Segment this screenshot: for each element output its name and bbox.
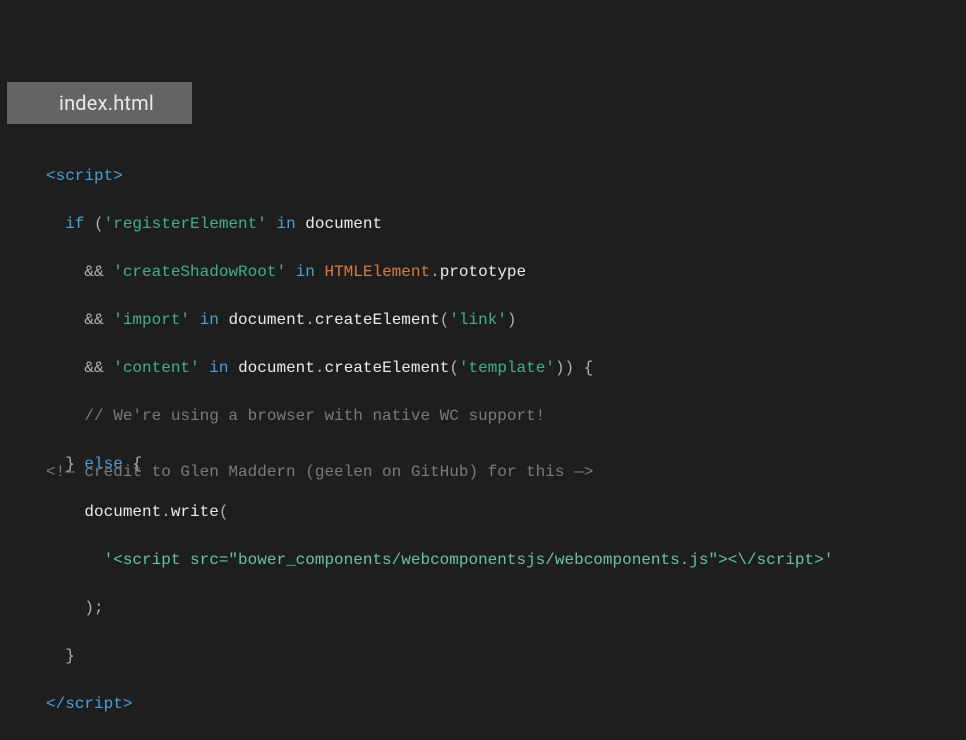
paren-close: ) (507, 311, 517, 329)
code-line: document.write( (46, 500, 946, 524)
kw-in: in (276, 215, 295, 233)
kw-in: in (296, 263, 315, 281)
code-line: && 'content' in document.createElement('… (46, 356, 946, 380)
string-literal: 'content' (113, 359, 199, 377)
comment: // We're using a browser with native WC … (84, 407, 545, 425)
brace-open: { (584, 359, 594, 377)
kw-in: in (209, 359, 228, 377)
code-line: </script> (46, 692, 946, 716)
semicolon: ; (94, 599, 104, 617)
paren-close: ) (84, 599, 94, 617)
string-literal: 'link' (449, 311, 507, 329)
string-literal: '<script src="bower_components/webcompon… (104, 551, 834, 569)
code-line: } (46, 644, 946, 668)
tag-open: <script> (46, 167, 123, 185)
code-line: '<script src="bower_components/webcompon… (46, 548, 946, 572)
code-line: && 'import' in document.createElement('l… (46, 308, 946, 332)
identifier: createElement (315, 311, 440, 329)
identifier: HTMLElement (324, 263, 430, 281)
identifier: document (228, 311, 305, 329)
kw-in: in (200, 311, 219, 329)
string-literal: 'createShadowRoot' (113, 263, 286, 281)
identifier: document (238, 359, 315, 377)
dot: . (161, 503, 171, 521)
paren-close: ) (565, 359, 575, 377)
code-line: ); (46, 596, 946, 620)
identifier: document (305, 215, 382, 233)
paren-open: ( (94, 215, 104, 233)
tag-close: </script> (46, 695, 132, 713)
string-literal: 'registerElement' (104, 215, 267, 233)
code-line: if ('registerElement' in document (46, 212, 946, 236)
identifier: createElement (324, 359, 449, 377)
op-and: && (84, 311, 103, 329)
op-and: && (84, 359, 103, 377)
kw-if: if (65, 215, 84, 233)
file-tab[interactable]: index.html (7, 82, 192, 124)
code-line: // We're using a browser with native WC … (46, 404, 946, 428)
code-line: && 'createShadowRoot' in HTMLElement.pro… (46, 260, 946, 284)
string-literal: 'template' (459, 359, 555, 377)
dot: . (430, 263, 440, 281)
identifier: prototype (440, 263, 526, 281)
string-literal: 'import' (113, 311, 190, 329)
dot: . (305, 311, 315, 329)
brace-close: } (65, 647, 75, 665)
op-and: && (84, 263, 103, 281)
file-tab-label: index.html (59, 91, 154, 115)
paren-open: ( (449, 359, 459, 377)
paren-open: ( (219, 503, 229, 521)
identifier: write (171, 503, 219, 521)
code-block: <script> if ('registerElement' in docume… (46, 140, 946, 740)
identifier: document (84, 503, 161, 521)
credit-comment: <!— credit to Glen Maddern (geelen on Gi… (46, 463, 593, 481)
paren-close: ) (555, 359, 565, 377)
code-line: <script> (46, 164, 946, 188)
paren-open: ( (440, 311, 450, 329)
